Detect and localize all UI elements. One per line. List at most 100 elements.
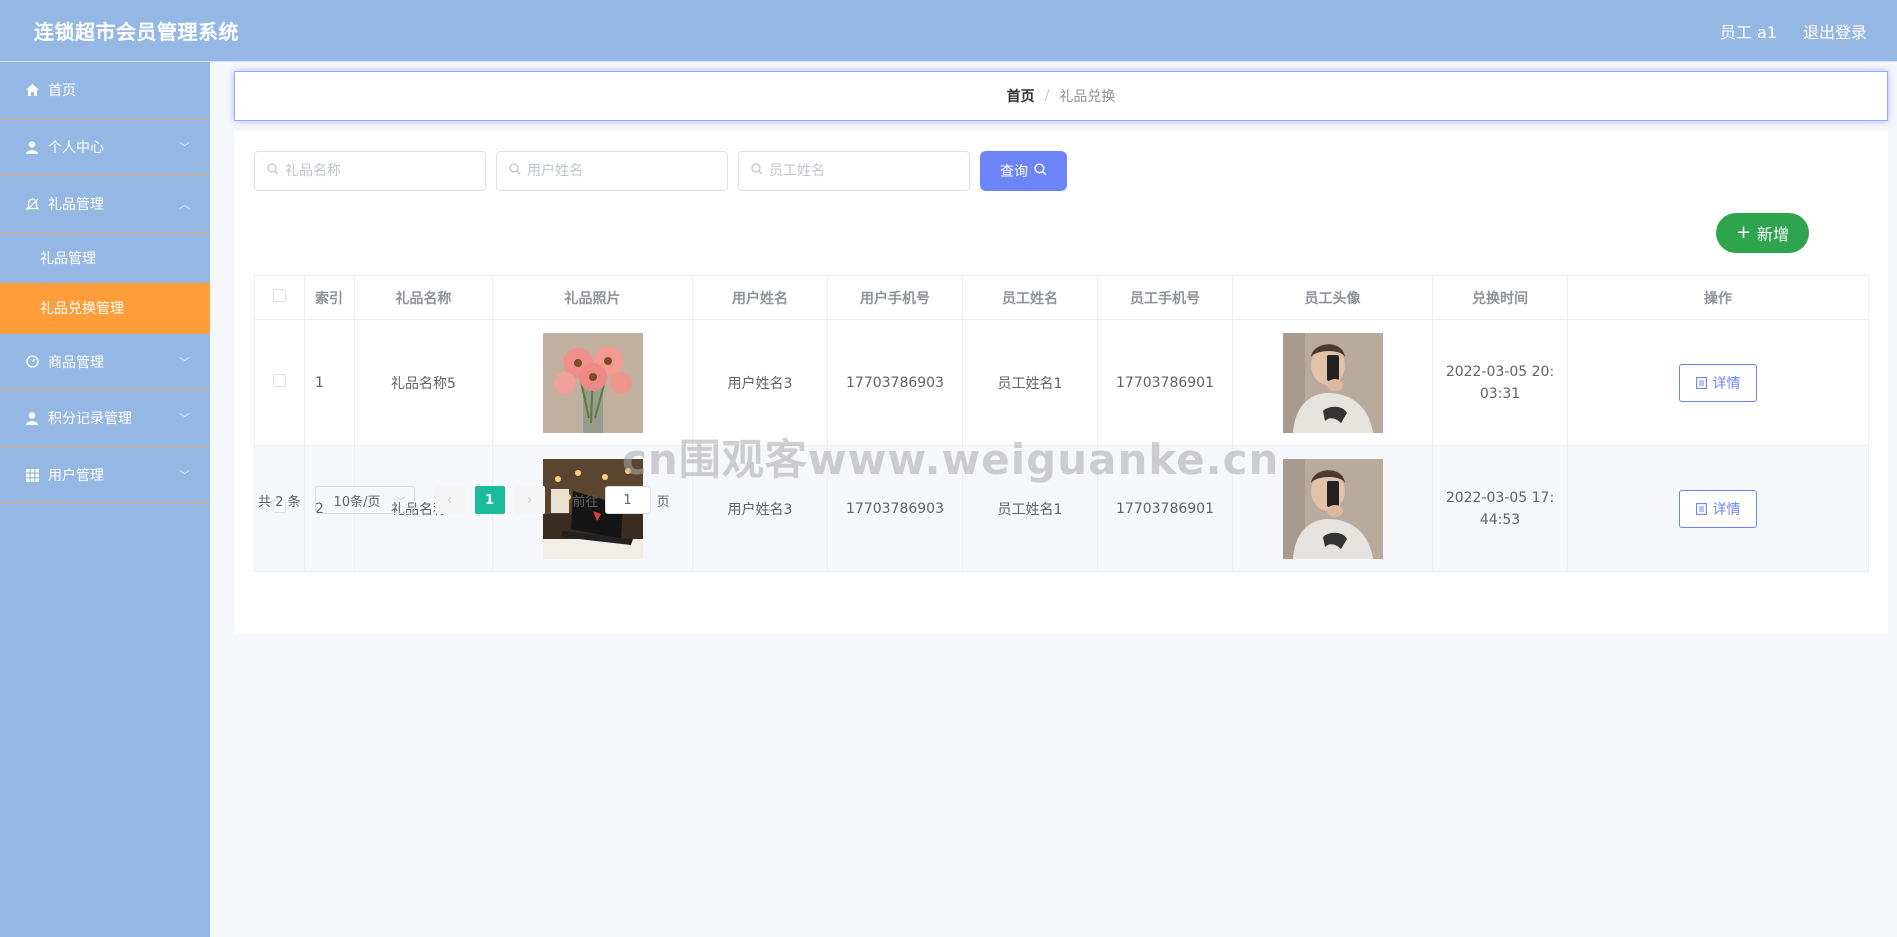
sidebar-item-home[interactable]: 首页 [0,62,210,119]
exchange-time-cell: 2022-03-05 17:44:53 [1432,445,1568,572]
exchange-table: 索引 礼品名称 礼品照片 用户姓名 用户手机号 员工姓名 员工手机号 员工头像 … [254,275,1869,572]
query-button[interactable]: 查询 [980,151,1067,191]
column-header: 员工姓名 [962,275,1098,320]
sidebar-item-label: 个人中心 [48,140,104,156]
row-checkbox[interactable] [273,374,286,387]
user-name-input[interactable] [527,163,717,179]
column-header: 员工手机号 [1097,275,1233,320]
top-header: 连锁超市会员管理系统 员工 a1 退出登录 [0,0,1897,62]
user-name-cell: 用户姓名3 [692,445,828,572]
page-number-current[interactable]: 1 [474,486,505,514]
action-cell: 详情 [1567,319,1869,446]
staff-avatar-cell [1232,445,1433,572]
sidebar-item-label: 礼品管理 [48,197,104,213]
staff-phone-cell: 17703786901 [1097,319,1233,446]
chevron-down-icon: ﹀ [179,141,190,154]
document-icon [1695,502,1707,515]
staff-name-cell: 员工姓名1 [962,445,1098,572]
home-icon [24,84,40,96]
user-icon [24,411,40,425]
page-size-select[interactable]: 10条/页 ﹀ [314,486,415,514]
chevron-left-icon: ‹ [446,492,453,508]
search-icon [509,163,521,179]
sidebar-item-goods[interactable]: 商品管理 ﹀ [0,333,210,390]
sidebar-item-gift[interactable]: 礼品管理 ︿ [0,176,210,233]
staff-avatar-image [1282,458,1383,559]
user-name-cell: 用户姓名3 [692,319,828,446]
gift-name-cell: 礼品名称5 [354,319,493,446]
column-header: 操作 [1567,275,1869,320]
content-card: 查询 + 新增 索引 礼品名称 礼品照片 用户姓名 用户手机号 员工姓名 员工手… [234,131,1888,634]
page-jump: 前往 页 [573,486,670,514]
sidebar-item-label: 商品管理 [48,354,104,371]
sidebar-item-label: 用户管理 [48,468,104,484]
breadcrumb-home[interactable]: 首页 [1007,86,1035,106]
gift-name-search[interactable] [254,151,486,191]
staff-phone-cell: 17703786901 [1097,445,1233,572]
grid-icon [24,468,40,482]
action-cell: 详情 [1567,445,1869,572]
chevron-down-icon: ﹀ [179,469,190,482]
staff-name-input[interactable] [769,163,959,179]
staff-name-search[interactable] [738,151,970,191]
gift-icon [24,197,40,211]
sidebar: 首页 个人中心 ﹀ 礼品管理 ︿ 礼品管理 礼品兑换管理 商品管理 ﹀ 积分记录… [0,62,210,937]
chevron-down-icon: ﹀ [395,496,406,508]
submenu-item-gift-manage[interactable]: 礼品管理 [0,233,210,283]
search-icon [751,163,763,179]
next-page-button[interactable]: › [514,486,545,514]
gift-name-input[interactable] [285,163,475,179]
sidebar-item-label: 积分记录管理 [48,411,132,427]
column-header: 礼品照片 [492,275,693,320]
breadcrumb-separator: / [1044,88,1050,104]
plus-icon: + [1735,222,1752,243]
row-select-cell[interactable] [254,319,305,446]
breadcrumb-current: 礼品兑换 [1059,89,1116,105]
add-button-label: 新增 [1757,225,1790,244]
user-name-search[interactable] [496,151,728,191]
column-header: 用户手机号 [827,275,963,320]
document-icon [1695,376,1707,389]
dashboard-icon [24,355,40,368]
column-header: 礼品名称 [354,275,493,320]
detail-button[interactable]: 详情 [1679,489,1757,528]
staff-name-cell: 员工姓名1 [962,319,1098,446]
index-cell: 1 [304,319,355,446]
column-header: 用户姓名 [692,275,828,320]
user-phone-cell: 17703786903 [827,319,963,446]
exchange-time-cell: 2022-03-05 20:03:31 [1432,319,1568,446]
header-right: 员工 a1 退出登录 [1720,19,1867,43]
search-icon [267,163,279,179]
column-header: 员工头像 [1232,275,1433,320]
goto-prefix: 前往 [572,494,599,510]
pagination: 共 2 条 10条/页 ﹀ ‹ 1 › 前往 页 [258,486,670,514]
breadcrumb: 首页 / 礼品兑换 [234,71,1888,121]
detail-button[interactable]: 详情 [1679,363,1757,402]
select-all-cell[interactable] [254,275,305,320]
table-header-row: 索引 礼品名称 礼品照片 用户姓名 用户手机号 员工姓名 员工手机号 员工头像 … [254,275,1869,320]
column-header: 索引 [304,275,355,320]
chevron-down-icon: ﹀ [179,412,190,425]
detail-button-label: 详情 [1712,501,1741,518]
sidebar-item-users[interactable]: 用户管理 ﹀ [0,447,210,504]
goto-suffix: 页 [656,494,670,510]
sidebar-item-label: 首页 [48,83,76,99]
user-phone-cell: 17703786903 [827,445,963,572]
staff-avatar-cell [1232,319,1433,446]
select-all-checkbox[interactable] [273,289,286,302]
add-button[interactable]: + 新增 [1716,213,1809,253]
goto-page-input[interactable] [604,486,651,514]
sidebar-item-profile[interactable]: 个人中心 ﹀ [0,119,210,176]
current-user: 员工 a1 [1719,22,1777,42]
logout-link[interactable]: 退出登录 [1803,19,1867,43]
chevron-up-icon: ︿ [179,198,190,211]
search-icon [1034,162,1047,180]
gift-photo-flowers [542,332,643,433]
detail-button-label: 详情 [1712,375,1741,392]
prev-page-button[interactable]: ‹ [434,486,465,514]
submenu-item-gift-exchange[interactable]: 礼品兑换管理 [0,283,210,333]
gift-photo-cell [492,319,693,446]
table-row: 1 礼品名称5 用户姓名3 17703786903 员工姓名1 17703786… [254,319,1869,446]
user-icon [24,140,40,154]
sidebar-item-points[interactable]: 积分记录管理 ﹀ [0,390,210,447]
